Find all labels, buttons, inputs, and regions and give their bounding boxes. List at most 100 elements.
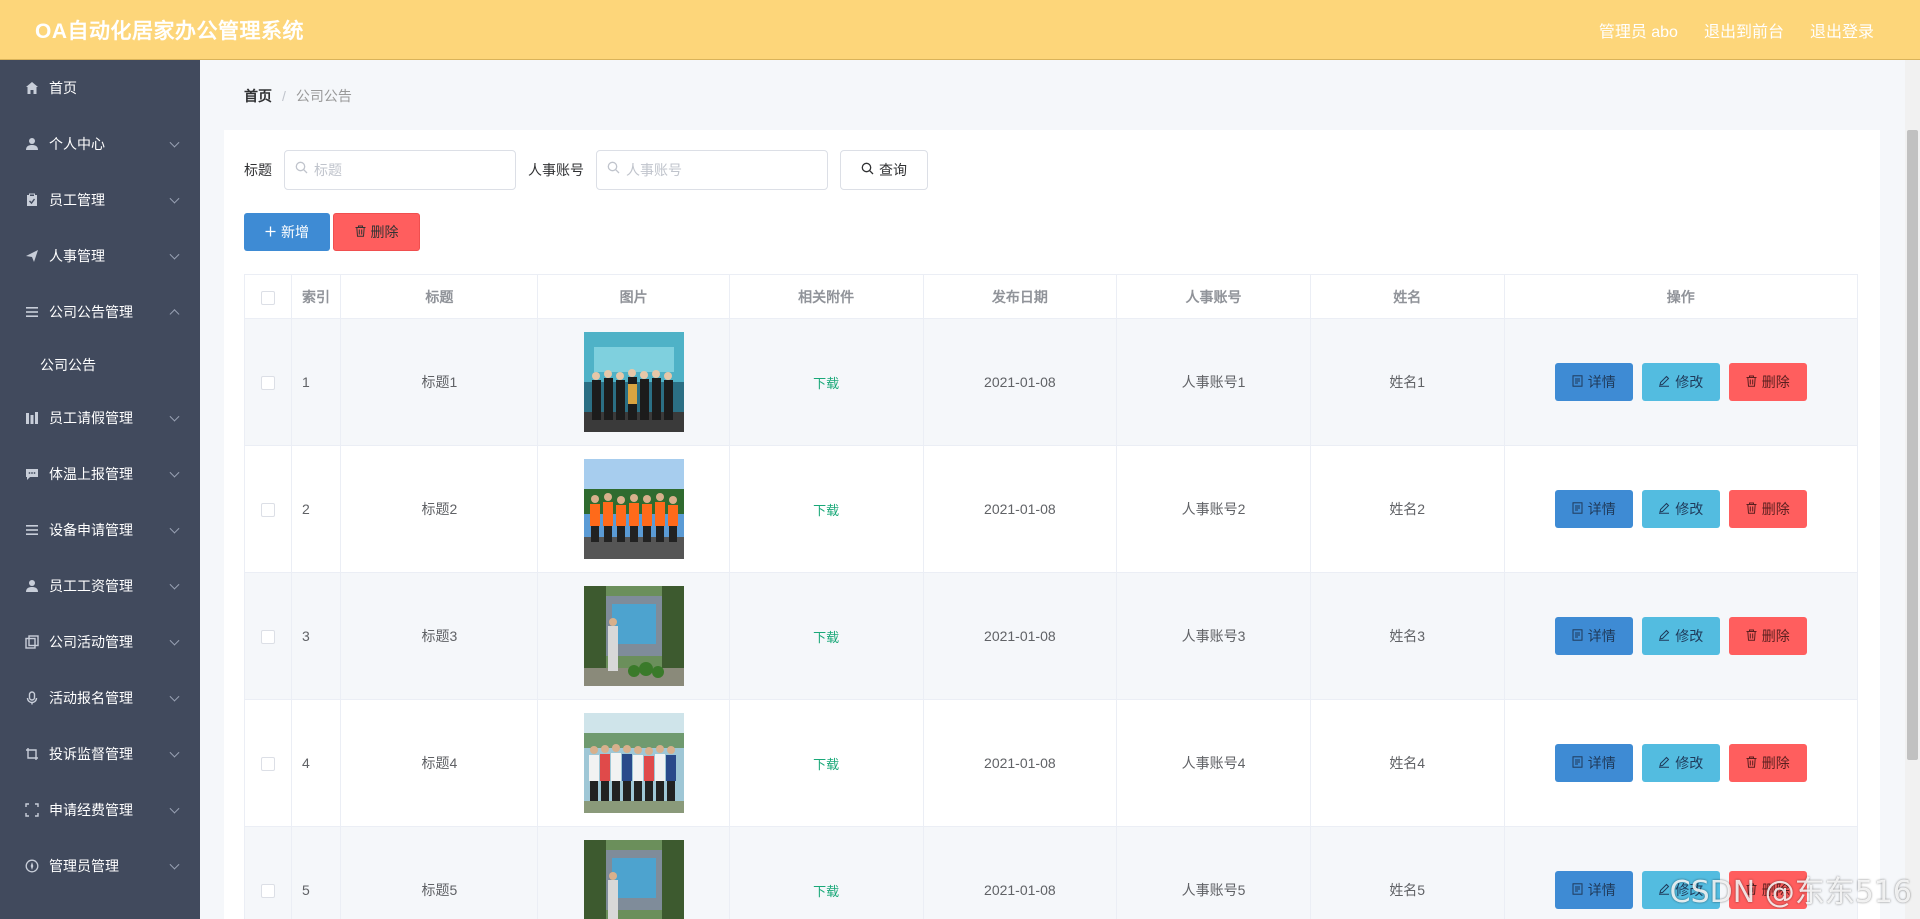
cell-attachment: 下载 [729, 318, 924, 446]
content-card: 标题 人事账号 查询 新增 删除 [224, 130, 1880, 919]
delete-button[interactable]: 删除 [1728, 363, 1807, 401]
column-header-title: 标题 [340, 274, 539, 319]
sidebar-item-activity[interactable]: 公司活动管理 [0, 614, 200, 670]
exit-to-front-link[interactable]: 退出到前台 [1704, 18, 1784, 42]
sidebar-item-temperature[interactable]: 体温上报管理 [0, 446, 200, 502]
cell-name: 姓名5 [1310, 826, 1505, 919]
row-checkbox[interactable] [260, 503, 275, 518]
title-search-input[interactable] [314, 162, 504, 178]
announcement-photo[interactable] [583, 586, 684, 686]
download-link[interactable]: 下载 [813, 630, 839, 645]
breadcrumb-separator: / [282, 88, 286, 104]
delete-button[interactable]: 删除 [1728, 744, 1807, 782]
chart-icon [24, 410, 40, 426]
document-icon [1572, 501, 1583, 517]
announcement-photo[interactable] [583, 713, 684, 813]
delete-button[interactable]: 删除 [1728, 490, 1807, 528]
breadcrumb: 首页 / 公司公告 [244, 86, 352, 106]
sidebar-item-employee[interactable]: 员工管理 [0, 172, 200, 228]
search-icon [607, 161, 620, 179]
cell-name: 姓名3 [1310, 572, 1505, 700]
document-icon [1572, 374, 1583, 390]
row-checkbox[interactable] [260, 757, 275, 772]
detail-button[interactable]: 详情 [1554, 363, 1633, 401]
download-link[interactable]: 下载 [813, 376, 839, 391]
cell-attachment: 下载 [729, 699, 924, 827]
cell-date: 2021-01-08 [923, 699, 1118, 827]
cell-image [537, 318, 730, 446]
detail-button[interactable]: 详情 [1554, 744, 1633, 782]
sidebar-item-label: 设备申请管理 [49, 522, 133, 538]
chevron-down-icon [169, 803, 180, 814]
announcement-photo[interactable] [583, 459, 684, 559]
add-button[interactable]: 新增 [244, 213, 330, 251]
send-icon [24, 248, 40, 264]
announcement-photo[interactable] [583, 332, 684, 432]
sidebar-item-announcement-mgmt[interactable]: 公司公告管理 [0, 284, 200, 340]
sidebar-item-personal-center[interactable]: 个人中心 [0, 116, 200, 172]
edit-icon [1658, 501, 1670, 517]
logout-link[interactable]: 退出登录 [1810, 18, 1874, 42]
sidebar-item-home[interactable]: 首页 [0, 60, 200, 116]
row-checkbox[interactable] [260, 884, 275, 899]
account-search-input[interactable] [626, 162, 816, 178]
cell-account: 人事账号2 [1116, 445, 1311, 573]
row-checkbox[interactable] [260, 630, 275, 645]
cell-image [537, 699, 730, 827]
sidebar-item-salary[interactable]: 员工工资管理 [0, 558, 200, 614]
row-checkbox[interactable] [260, 376, 275, 391]
account-search-field[interactable] [596, 150, 828, 190]
detail-button[interactable]: 详情 [1554, 490, 1633, 528]
chevron-down-icon [169, 859, 180, 870]
announcement-photo[interactable] [583, 840, 684, 919]
sidebar-item-complaint[interactable]: 投诉监督管理 [0, 726, 200, 782]
column-header-name: 姓名 [1309, 274, 1505, 319]
title-search-label: 标题 [244, 162, 272, 178]
trash-icon [1746, 501, 1757, 517]
sidebar-subitem-announcement[interactable]: 公司公告 [0, 340, 200, 390]
edit-icon [1658, 755, 1670, 771]
chevron-up-icon [169, 309, 180, 320]
batch-delete-button[interactable]: 删除 [333, 213, 420, 251]
cell-actions: 详情 修改 删除 [1504, 699, 1859, 827]
detail-button[interactable]: 详情 [1554, 871, 1633, 909]
edit-button[interactable]: 修改 [1641, 490, 1720, 528]
table-header-row: 索引 标题 图片 相关附件 发布日期 人事账号 姓名 操作 [244, 274, 1859, 319]
app-title: OA自动化居家办公管理系统 [35, 19, 304, 43]
sidebar-item-label: 管理员管理 [49, 858, 119, 874]
cell-account: 人事账号3 [1116, 572, 1311, 700]
sidebar-item-label: 活动报名管理 [49, 690, 133, 706]
sidebar-item-funding[interactable]: 申请经费管理 [0, 782, 200, 838]
sidebar-item-label: 首页 [49, 80, 77, 96]
download-link[interactable]: 下载 [813, 757, 839, 772]
sidebar-item-signup[interactable]: 活动报名管理 [0, 670, 200, 726]
edit-button[interactable]: 修改 [1641, 617, 1720, 655]
account-search-label: 人事账号 [528, 162, 584, 178]
row-select-cell [244, 826, 292, 919]
delete-button[interactable]: 删除 [1728, 617, 1807, 655]
sidebar-item-leave[interactable]: 员工请假管理 [0, 390, 200, 446]
sidebar-item-device[interactable]: 设备申请管理 [0, 502, 200, 558]
scrollbar-thumb[interactable] [1907, 130, 1918, 760]
sidebar-item-label: 个人中心 [49, 136, 105, 152]
edit-button[interactable]: 修改 [1641, 744, 1720, 782]
sidebar: 首页 个人中心 员工管理 人事管理 公司公告管理 公司公告 员工请假管理 体温上… [0, 60, 200, 919]
sidebar-item-hr[interactable]: 人事管理 [0, 228, 200, 284]
query-button-label: 查询 [879, 162, 907, 178]
cell-account: 人事账号4 [1116, 699, 1311, 827]
title-search-field[interactable] [284, 150, 516, 190]
edit-button[interactable]: 修改 [1641, 363, 1720, 401]
page-scrollbar[interactable] [1905, 60, 1920, 919]
cell-name: 姓名1 [1310, 318, 1505, 446]
column-header-index: 索引 [290, 274, 342, 319]
document-icon [1572, 628, 1583, 644]
sidebar-item-admin[interactable]: 管理员管理 [0, 838, 200, 894]
detail-button[interactable]: 详情 [1554, 617, 1633, 655]
breadcrumb-home[interactable]: 首页 [244, 86, 272, 106]
download-link[interactable]: 下载 [813, 503, 839, 518]
download-link[interactable]: 下载 [813, 884, 839, 899]
column-header-attachment: 相关附件 [728, 274, 924, 319]
query-button[interactable]: 查询 [840, 150, 928, 190]
column-header-actions: 操作 [1503, 274, 1859, 319]
select-all-checkbox[interactable] [260, 290, 275, 305]
